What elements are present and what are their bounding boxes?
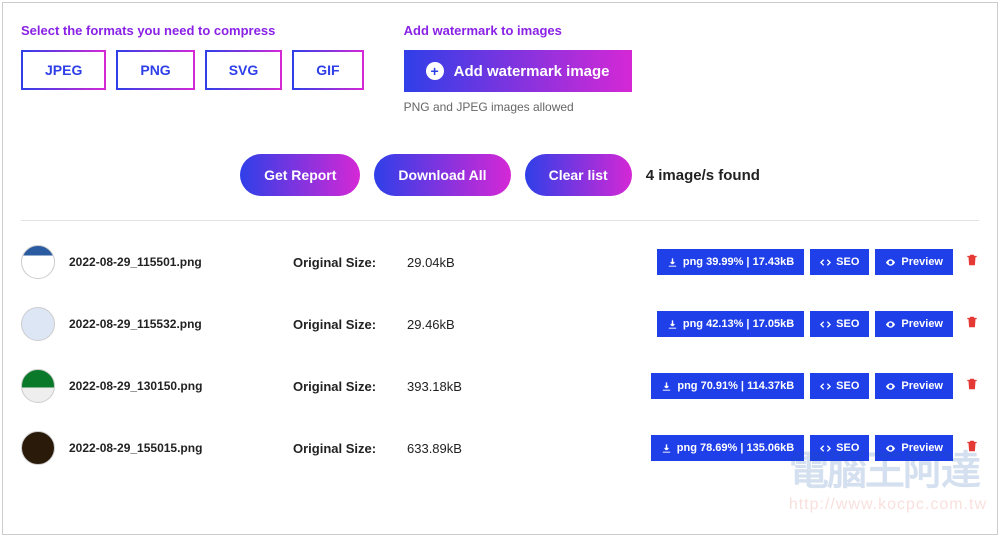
watermark-section: Add watermark to images + Add watermark …: [404, 23, 632, 114]
add-watermark-label: Add watermark image: [454, 63, 610, 80]
delete-button[interactable]: [965, 253, 979, 272]
file-name: 2022-08-29_115501.png: [69, 255, 279, 269]
file-name: 2022-08-29_115532.png: [69, 317, 279, 331]
preview-label: Preview: [901, 380, 943, 392]
format-button-png[interactable]: PNG: [116, 50, 194, 90]
original-size-label: Original Size:: [293, 441, 393, 456]
preview-button[interactable]: Preview: [875, 373, 953, 399]
preview-button[interactable]: Preview: [875, 311, 953, 337]
trash-icon: [965, 253, 979, 267]
eye-icon: [885, 319, 896, 330]
seo-label: SEO: [836, 318, 859, 330]
trash-icon: [965, 377, 979, 391]
download-icon: [667, 257, 678, 268]
seo-button[interactable]: SEO: [810, 311, 869, 337]
formats-section: Select the formats you need to compress …: [21, 23, 364, 114]
image-row: 2022-08-29_130150.png Original Size: 393.1…: [21, 355, 979, 417]
delete-button[interactable]: [965, 377, 979, 396]
original-size-label: Original Size:: [293, 317, 393, 332]
get-report-button[interactable]: Get Report: [240, 154, 360, 196]
file-name: 2022-08-29_130150.png: [69, 379, 279, 393]
file-name: 2022-08-29_155015.png: [69, 441, 279, 455]
code-icon: [820, 443, 831, 454]
preview-label: Preview: [901, 256, 943, 268]
seo-button[interactable]: SEO: [810, 373, 869, 399]
delete-button[interactable]: [965, 439, 979, 458]
preview-label: Preview: [901, 318, 943, 330]
thumbnail: [21, 307, 55, 341]
preview-button[interactable]: Preview: [875, 249, 953, 275]
eye-icon: [885, 381, 896, 392]
original-size-value: 633.89kB: [407, 441, 517, 456]
images-found-text: 4 image/s found: [646, 167, 760, 184]
download-compressed-label: png 39.99% | 17.43kB: [683, 256, 794, 268]
original-size-value: 393.18kB: [407, 379, 517, 394]
watermark-hint: PNG and JPEG images allowed: [404, 100, 632, 114]
download-all-button[interactable]: Download All: [374, 154, 510, 196]
image-row: 2022-08-29_155015.png Original Size: 633.8…: [21, 417, 979, 479]
preview-button[interactable]: Preview: [875, 435, 953, 461]
image-row: 2022-08-29_115501.png Original Size: 29.04…: [21, 231, 979, 293]
format-button-jpeg[interactable]: JPEG: [21, 50, 106, 90]
eye-icon: [885, 257, 896, 268]
watermark-label: Add watermark to images: [404, 23, 632, 38]
eye-icon: [885, 443, 896, 454]
seo-label: SEO: [836, 256, 859, 268]
download-compressed-button[interactable]: png 78.69% | 135.06kB: [651, 435, 804, 461]
code-icon: [820, 381, 831, 392]
download-icon: [661, 381, 672, 392]
download-compressed-label: png 42.13% | 17.05kB: [683, 318, 794, 330]
download-compressed-button[interactable]: png 39.99% | 17.43kB: [657, 249, 804, 275]
divider: [21, 220, 979, 221]
thumbnail: [21, 431, 55, 465]
download-compressed-button[interactable]: png 42.13% | 17.05kB: [657, 311, 804, 337]
code-icon: [820, 257, 831, 268]
seo-button[interactable]: SEO: [810, 435, 869, 461]
preview-label: Preview: [901, 442, 943, 454]
formats-label: Select the formats you need to compress: [21, 23, 364, 38]
plus-icon: +: [426, 62, 444, 80]
original-size-label: Original Size:: [293, 255, 393, 270]
clear-list-button[interactable]: Clear list: [525, 154, 632, 196]
original-size-value: 29.04kB: [407, 255, 517, 270]
original-size-value: 29.46kB: [407, 317, 517, 332]
seo-button[interactable]: SEO: [810, 249, 869, 275]
format-button-svg[interactable]: SVG: [205, 50, 283, 90]
image-row: 2022-08-29_115532.png Original Size: 29.46…: [21, 293, 979, 355]
download-compressed-label: png 78.69% | 135.06kB: [677, 442, 794, 454]
delete-button[interactable]: [965, 315, 979, 334]
add-watermark-button[interactable]: + Add watermark image: [404, 50, 632, 92]
trash-icon: [965, 315, 979, 329]
seo-label: SEO: [836, 442, 859, 454]
thumbnail: [21, 245, 55, 279]
download-icon: [667, 319, 678, 330]
code-icon: [820, 319, 831, 330]
download-icon: [661, 443, 672, 454]
format-button-gif[interactable]: GIF: [292, 50, 363, 90]
download-compressed-button[interactable]: png 70.91% | 114.37kB: [651, 373, 804, 399]
original-size-label: Original Size:: [293, 379, 393, 394]
seo-label: SEO: [836, 380, 859, 392]
thumbnail: [21, 369, 55, 403]
trash-icon: [965, 439, 979, 453]
download-compressed-label: png 70.91% | 114.37kB: [677, 380, 794, 392]
